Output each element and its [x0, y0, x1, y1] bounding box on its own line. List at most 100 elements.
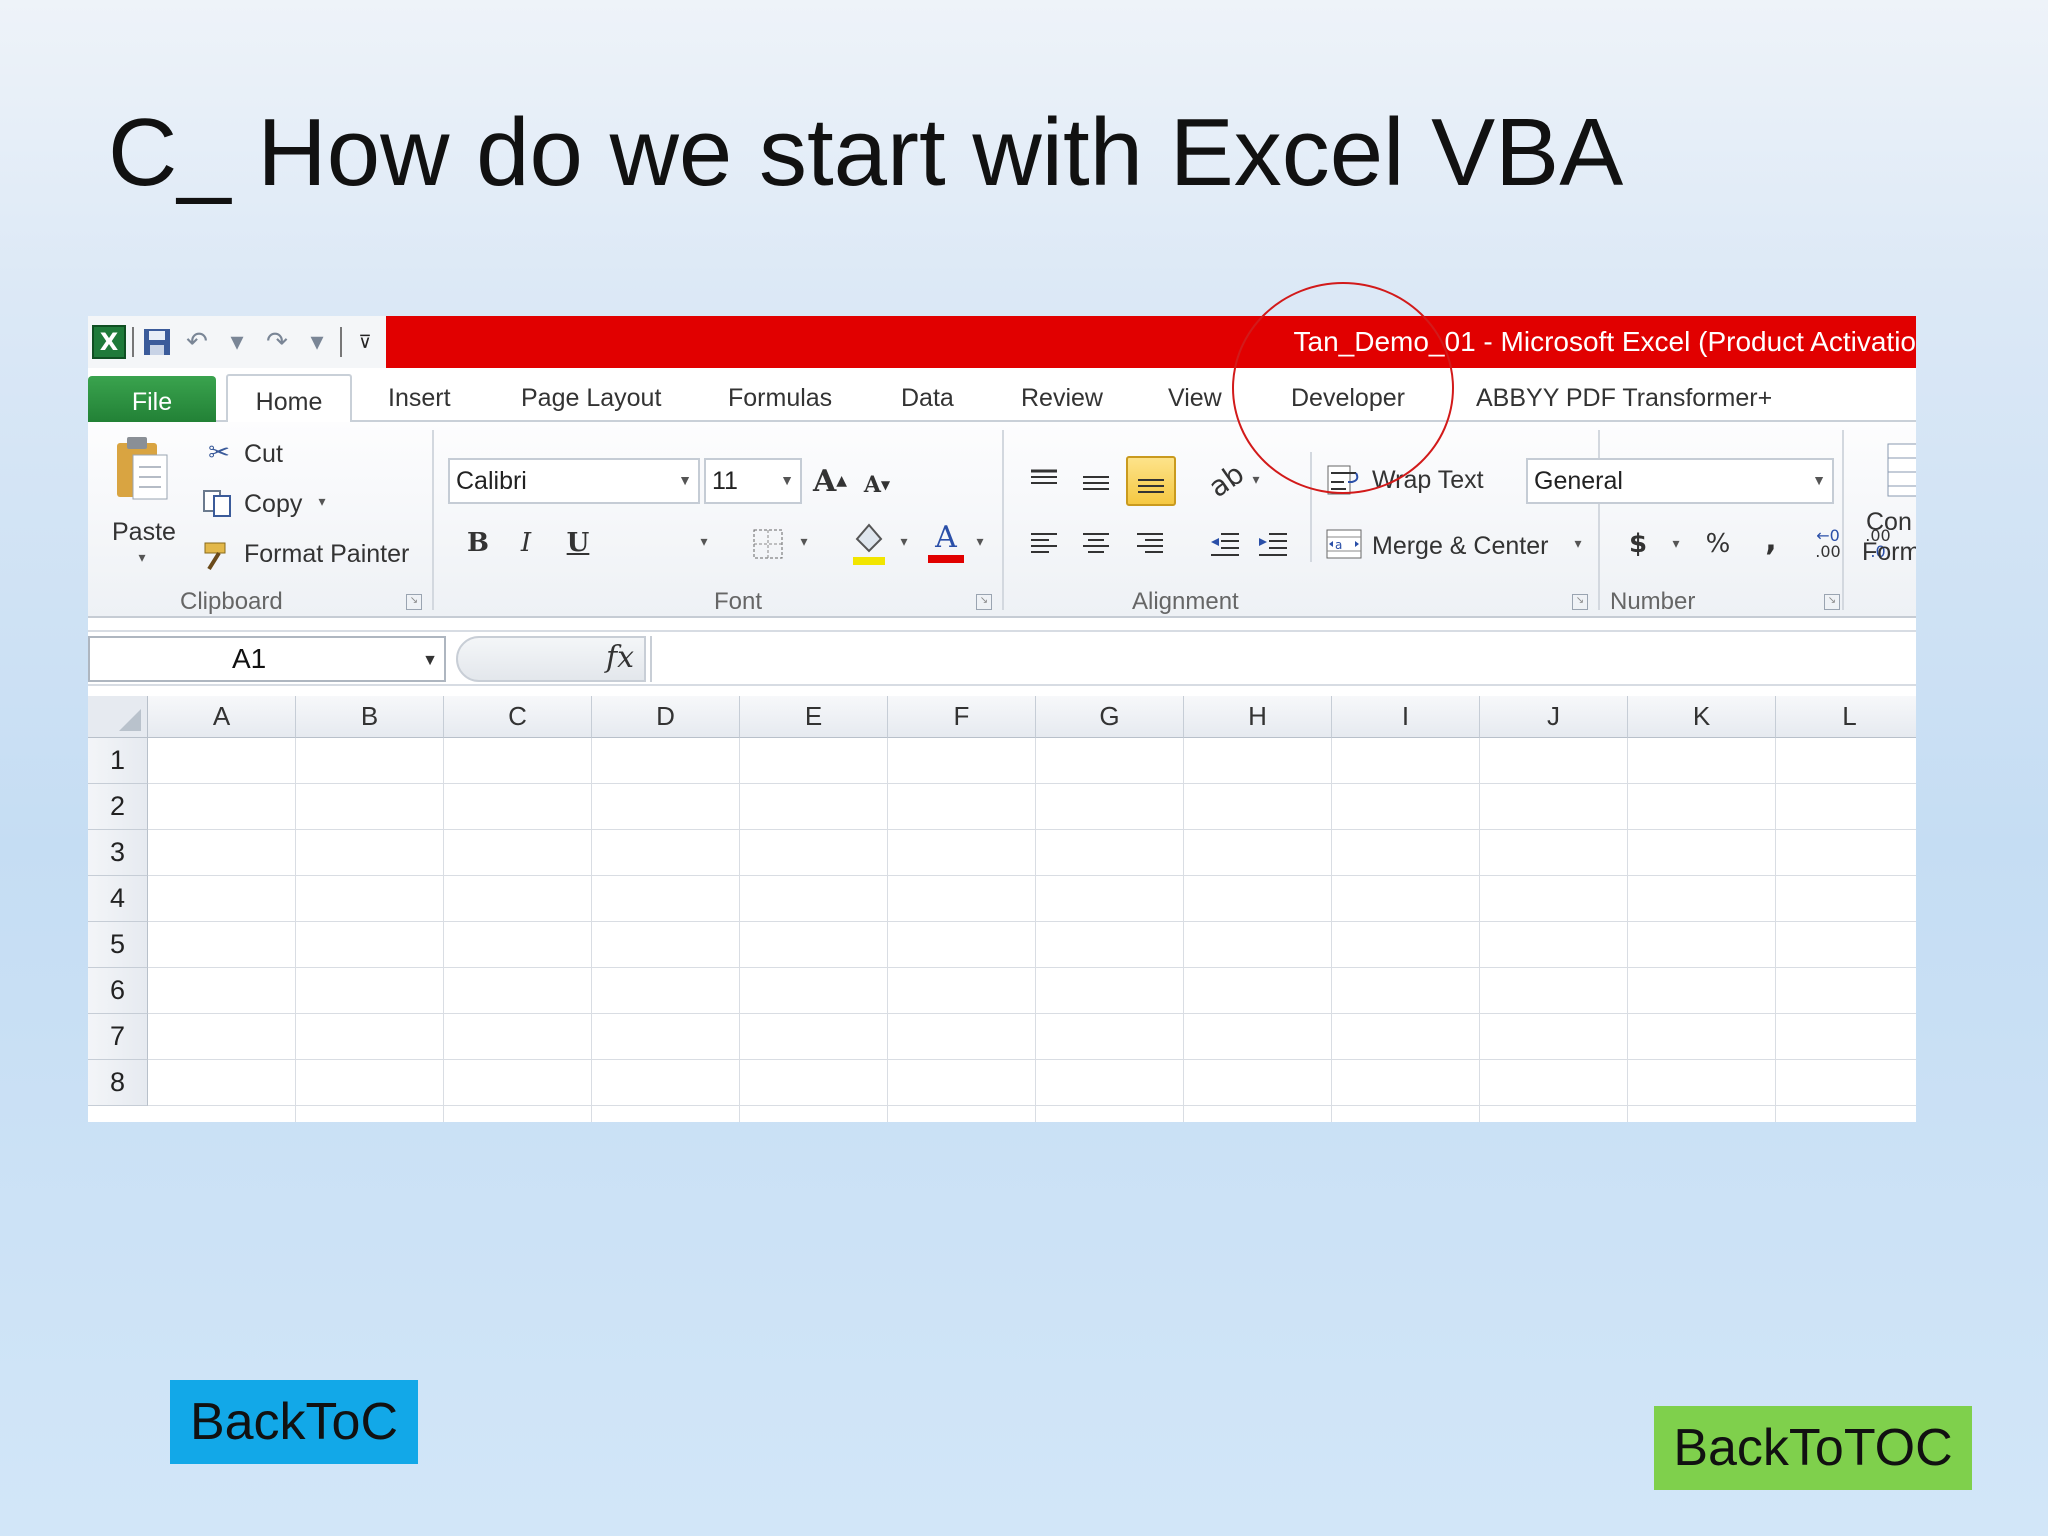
cut-icon[interactable]: ✂ [204, 438, 234, 468]
column-header[interactable]: H [1184, 696, 1332, 738]
insert-function-button[interactable]: fx [606, 640, 634, 675]
row-header[interactable]: 7 [88, 1014, 148, 1060]
clipboard-launcher-icon[interactable]: ↘ [406, 594, 422, 610]
align-top-icon[interactable] [1026, 462, 1062, 498]
conditional-formatting-label-2[interactable]: Form [1862, 538, 1916, 567]
column-header[interactable]: D [592, 696, 740, 738]
align-bottom-icon[interactable] [1126, 456, 1176, 506]
merge-center-dropdown-icon[interactable]: ▾ [1570, 536, 1586, 552]
name-box[interactable]: A1 ▼ [88, 636, 446, 682]
svg-text:a: a [1335, 538, 1342, 552]
row-header[interactable]: 5 [88, 922, 148, 968]
merge-center-label[interactable]: Merge & Center [1372, 532, 1548, 561]
excel-logo-icon[interactable]: X [92, 325, 126, 359]
shrink-font-icon[interactable]: A ▼ [858, 466, 896, 504]
cell-area[interactable] [148, 738, 1916, 1122]
fill-color-dropdown-icon[interactable]: ▾ [896, 534, 912, 550]
paste-label[interactable]: Paste [112, 518, 176, 547]
copy-label[interactable]: Copy [244, 490, 302, 519]
paste-dropdown-icon[interactable]: ▾ [134, 550, 150, 566]
column-header[interactable]: A [148, 696, 296, 738]
column-header[interactable]: L [1776, 696, 1916, 738]
italic-button[interactable]: I [508, 524, 544, 562]
tab-data[interactable]: Data [901, 376, 954, 420]
column-header[interactable]: K [1628, 696, 1776, 738]
bold-button[interactable]: B [460, 524, 496, 562]
row-header[interactable]: 1 [88, 738, 148, 784]
column-header[interactable]: I [1332, 696, 1480, 738]
chevron-down-icon: ▼ [678, 472, 692, 488]
redo-icon[interactable]: ↷ [260, 325, 294, 359]
currency-button[interactable]: $ [1620, 526, 1656, 562]
select-all-button[interactable] [88, 696, 148, 738]
tab-formulas[interactable]: Formulas [728, 376, 832, 420]
underline-button[interactable]: U [560, 524, 596, 562]
conditional-formatting-icon[interactable] [1884, 442, 1916, 498]
tab-page-layout[interactable]: Page Layout [521, 376, 661, 420]
cut-label[interactable]: Cut [244, 440, 283, 469]
formula-input[interactable] [650, 636, 1916, 682]
format-painter-icon[interactable] [200, 538, 236, 572]
title-bar-red: Tan_Demo_01 - Microsoft Excel (Product A… [386, 316, 1916, 368]
quick-access-toolbar: X ↶ ▾ ↷ ▾ ⊽ [88, 316, 388, 368]
font-size-select[interactable]: 11 ▼ [704, 458, 802, 504]
formula-bar: A1 ▼ fx [88, 630, 1916, 686]
undo-dropdown-icon[interactable]: ▾ [220, 325, 254, 359]
row-header[interactable]: 2 [88, 784, 148, 830]
row-header[interactable]: 6 [88, 968, 148, 1014]
conditional-formatting-label-1[interactable]: Con [1866, 508, 1912, 537]
copy-icon[interactable] [200, 488, 234, 518]
font-launcher-icon[interactable]: ↘ [976, 594, 992, 610]
comma-button[interactable]: , [1756, 522, 1786, 558]
tab-view[interactable]: View [1168, 376, 1222, 420]
customize-qat-icon[interactable]: ⊽ [348, 325, 382, 359]
column-header[interactable]: E [740, 696, 888, 738]
column-header[interactable]: C [444, 696, 592, 738]
orientation-icon[interactable]: ab [1198, 452, 1254, 508]
align-right-icon[interactable] [1132, 526, 1168, 562]
align-center-icon[interactable] [1078, 526, 1114, 562]
chevron-down-icon: ▼ [422, 652, 438, 669]
alignment-launcher-icon[interactable]: ↘ [1572, 594, 1588, 610]
column-header[interactable]: B [296, 696, 444, 738]
font-color-dropdown-icon[interactable]: ▾ [972, 534, 988, 550]
font-name-select[interactable]: Calibri ▼ [448, 458, 700, 504]
fill-color-icon[interactable] [848, 518, 890, 568]
format-painter-label[interactable]: Format Painter [244, 540, 409, 569]
tab-insert[interactable]: Insert [388, 376, 451, 420]
merge-center-icon[interactable]: a [1324, 526, 1364, 562]
borders-dropdown-icon[interactable]: ▾ [796, 534, 812, 550]
font-color-icon[interactable]: A [926, 516, 966, 568]
slide-title: C_ How do we start with Excel VBA [108, 99, 1624, 206]
column-header[interactable]: J [1480, 696, 1628, 738]
tab-home[interactable]: Home [226, 374, 352, 428]
back-toc-button[interactable]: BackToC [170, 1380, 418, 1464]
align-middle-icon[interactable] [1078, 462, 1114, 502]
copy-dropdown-icon[interactable]: ▾ [314, 494, 330, 510]
increase-indent-icon[interactable] [1254, 526, 1292, 562]
borders-icon[interactable] [748, 524, 788, 564]
column-header[interactable]: F [888, 696, 1036, 738]
paste-icon[interactable] [112, 434, 172, 504]
currency-dropdown-icon[interactable]: ▾ [1668, 536, 1684, 552]
tab-abbyy[interactable]: ABBYY PDF Transformer+ [1476, 376, 1772, 420]
column-header[interactable]: G [1036, 696, 1184, 738]
redo-dropdown-icon[interactable]: ▾ [300, 325, 334, 359]
number-launcher-icon[interactable]: ↘ [1824, 594, 1840, 610]
tab-review[interactable]: Review [1021, 376, 1103, 420]
number-format-select[interactable]: General ▼ [1526, 458, 1834, 504]
row-header[interactable]: 3 [88, 830, 148, 876]
group-separator [1842, 430, 1844, 610]
row-header[interactable]: 4 [88, 876, 148, 922]
save-icon[interactable] [140, 325, 174, 359]
row-header[interactable]: 8 [88, 1060, 148, 1106]
tab-file[interactable]: File [88, 376, 216, 428]
undo-icon[interactable]: ↶ [180, 325, 214, 359]
align-left-icon[interactable] [1026, 526, 1062, 562]
grow-font-icon[interactable]: A ▲ [810, 460, 850, 502]
percent-button[interactable]: % [1700, 526, 1736, 562]
back-to-toc-button[interactable]: BackToTOC [1654, 1406, 1972, 1490]
underline-dropdown-icon[interactable]: ▾ [696, 534, 712, 550]
orientation-dropdown-icon[interactable]: ▾ [1248, 472, 1264, 488]
decrease-indent-icon[interactable] [1206, 526, 1244, 562]
